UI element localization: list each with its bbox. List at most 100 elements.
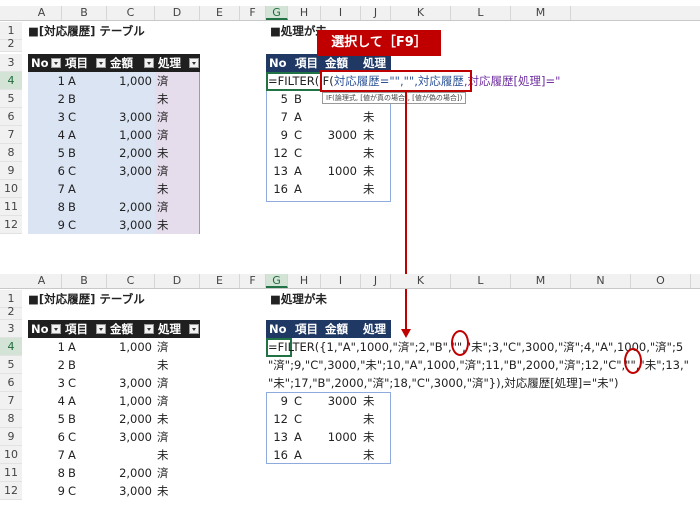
- row-header-10[interactable]: 10: [0, 180, 22, 198]
- cell-item[interactable]: B: [68, 464, 107, 482]
- cell-status[interactable]: 済: [157, 374, 197, 392]
- column-header-h[interactable]: H: [288, 6, 321, 20]
- row-header-7[interactable]: 7: [0, 126, 22, 144]
- cell-no[interactable]: 8: [28, 464, 68, 482]
- row-header-2[interactable]: 2: [0, 38, 22, 52]
- cell-no[interactable]: 7: [28, 446, 68, 464]
- column-header-g[interactable]: G: [266, 6, 288, 20]
- row-header-6[interactable]: 6: [0, 374, 22, 392]
- cell-item[interactable]: A: [68, 72, 107, 90]
- cell-no[interactable]: 9: [28, 482, 68, 500]
- cell-status[interactable]: 済: [157, 464, 197, 482]
- cell-item[interactable]: B: [68, 198, 107, 216]
- cell-item[interactable]: B: [68, 144, 107, 162]
- column-header-c[interactable]: C: [107, 6, 155, 20]
- filter-dropdown-icon[interactable]: [144, 58, 154, 68]
- cell-no[interactable]: 1: [28, 338, 68, 356]
- filter-dropdown-icon[interactable]: [144, 324, 154, 334]
- cell-amount[interactable]: 2,000: [107, 464, 155, 482]
- cell-item[interactable]: B: [68, 410, 107, 428]
- column-header-m[interactable]: M: [511, 6, 571, 20]
- cell-amount[interactable]: [107, 90, 155, 108]
- cell-item[interactable]: C: [68, 482, 107, 500]
- column-header-j[interactable]: J: [361, 274, 391, 288]
- spill-cell-status[interactable]: 未: [363, 108, 389, 126]
- cell-no[interactable]: 8: [28, 198, 68, 216]
- cell-item[interactable]: A: [68, 126, 107, 144]
- column-header-l[interactable]: L: [451, 274, 511, 288]
- cell-status[interactable]: 未: [155, 216, 200, 234]
- spill-cell-no[interactable]: 9: [266, 392, 291, 410]
- header-no[interactable]: No: [28, 320, 62, 338]
- column-header-e[interactable]: E: [200, 6, 240, 20]
- column-header-i[interactable]: I: [321, 6, 361, 20]
- header-status[interactable]: 処理: [155, 54, 200, 72]
- cell-no[interactable]: 6: [28, 162, 68, 180]
- cell-item[interactable]: C: [68, 374, 107, 392]
- column-header-i[interactable]: I: [321, 274, 361, 288]
- row-header-9[interactable]: 9: [0, 162, 22, 180]
- spill-cell-amount[interactable]: 1000: [322, 428, 360, 446]
- header-item[interactable]: 項目: [62, 320, 107, 338]
- cell-status[interactable]: 済: [157, 392, 197, 410]
- cell-amount[interactable]: [107, 356, 155, 374]
- filter-dropdown-icon[interactable]: [51, 324, 61, 334]
- column-header-j[interactable]: J: [361, 6, 391, 20]
- cell-no[interactable]: 2: [28, 356, 68, 374]
- filter-dropdown-icon[interactable]: [96, 324, 106, 334]
- cell-item[interactable]: C: [68, 162, 107, 180]
- column-header-h[interactable]: H: [288, 274, 321, 288]
- cell-status[interactable]: 済: [155, 108, 200, 126]
- row-header-8[interactable]: 8: [0, 410, 22, 428]
- cell-amount[interactable]: 1,000: [107, 126, 155, 144]
- spill-cell-status[interactable]: 未: [363, 126, 389, 144]
- spill-cell-no[interactable]: 12: [266, 144, 291, 162]
- column-header-f[interactable]: F: [240, 6, 266, 20]
- header-amount[interactable]: 金額: [107, 320, 155, 338]
- row-header-12[interactable]: 12: [0, 216, 22, 234]
- row-header-9[interactable]: 9: [0, 428, 22, 446]
- spill-cell-status[interactable]: 未: [363, 144, 389, 162]
- column-header-n[interactable]: N: [571, 274, 631, 288]
- cell-no[interactable]: 4: [28, 392, 68, 410]
- spill-cell-status[interactable]: 未: [363, 180, 389, 198]
- cell-item[interactable]: C: [68, 216, 107, 234]
- cell-amount[interactable]: 3,000: [107, 428, 155, 446]
- cell-no[interactable]: 6: [28, 428, 68, 446]
- cell-status[interactable]: 未: [157, 482, 197, 500]
- spill-cell-no[interactable]: 7: [266, 108, 291, 126]
- filter-dropdown-icon[interactable]: [189, 58, 199, 68]
- cell-no[interactable]: 5: [28, 144, 68, 162]
- cell-status[interactable]: 済: [155, 162, 200, 180]
- cell-amount[interactable]: 1,000: [107, 338, 155, 356]
- cell-status[interactable]: 未: [157, 356, 197, 374]
- spill-cell-amount[interactable]: 3000: [322, 392, 360, 410]
- cell-amount[interactable]: [107, 180, 155, 198]
- column-header-k[interactable]: K: [391, 274, 451, 288]
- cell-item[interactable]: C: [68, 428, 107, 446]
- spill-cell-no[interactable]: 13: [266, 162, 291, 180]
- spill-cell-item[interactable]: A: [294, 108, 320, 126]
- spill-cell-item[interactable]: C: [294, 144, 320, 162]
- column-header-c[interactable]: C: [107, 274, 155, 288]
- cell-amount[interactable]: 1,000: [107, 72, 155, 90]
- row-header-4[interactable]: 4: [0, 338, 22, 356]
- column-header-b[interactable]: B: [62, 6, 107, 20]
- cell-item[interactable]: B: [68, 356, 107, 374]
- cell-amount[interactable]: 3,000: [107, 108, 155, 126]
- header-no[interactable]: No: [28, 54, 62, 72]
- cell-status[interactable]: 済: [157, 338, 197, 356]
- spill-cell-item[interactable]: A: [294, 180, 320, 198]
- spill-cell-no[interactable]: 9: [266, 126, 291, 144]
- spill-cell-status[interactable]: 未: [363, 446, 389, 464]
- row-header-7[interactable]: 7: [0, 392, 22, 410]
- spill-cell-item[interactable]: A: [294, 428, 320, 446]
- column-header-b[interactable]: B: [62, 274, 107, 288]
- row-header-11[interactable]: 11: [0, 198, 22, 216]
- column-header-m[interactable]: M: [511, 274, 571, 288]
- spill-cell-no[interactable]: 13: [266, 428, 291, 446]
- cell-status[interactable]: 未: [155, 90, 200, 108]
- row-header-10[interactable]: 10: [0, 446, 22, 464]
- formula-line-3[interactable]: "未";17,"B",2000,"済";18,"C",3000,"済"}),対応…: [268, 374, 618, 392]
- row-header-6[interactable]: 6: [0, 108, 22, 126]
